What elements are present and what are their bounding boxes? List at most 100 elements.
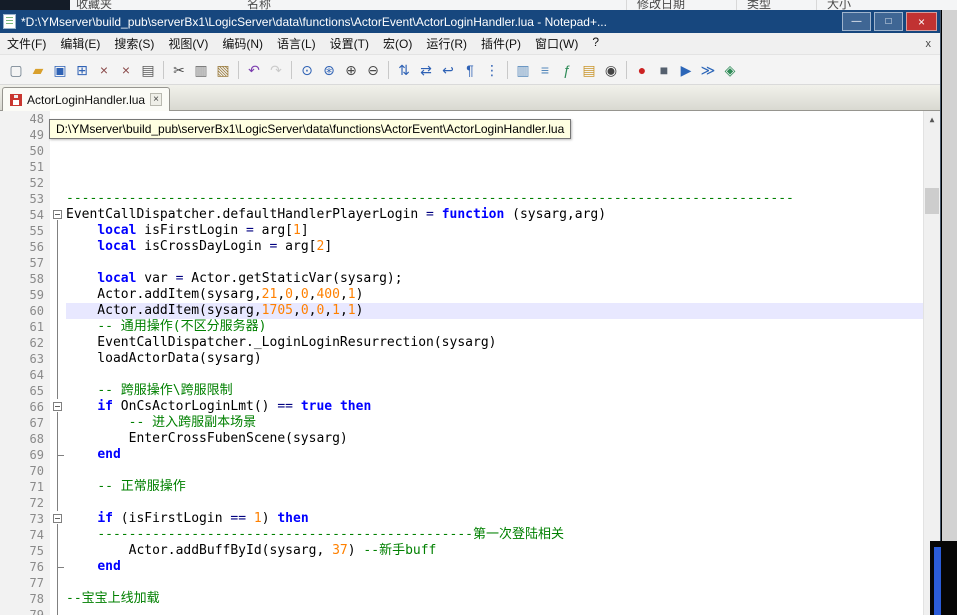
- bookmark-margin[interactable]: [0, 319, 20, 335]
- menu-item-5[interactable]: 编码(N): [215, 32, 270, 55]
- code-text[interactable]: [66, 607, 923, 615]
- code-text[interactable]: --宝宝上线加载: [66, 591, 923, 607]
- fold-collapse-icon[interactable]: [53, 402, 62, 411]
- close-file-icon[interactable]: ×: [94, 60, 114, 80]
- bookmark-margin[interactable]: [0, 479, 20, 495]
- code-line-72[interactable]: 72: [0, 495, 923, 511]
- copy-icon[interactable]: ▥: [191, 60, 211, 80]
- bookmark-margin[interactable]: [0, 447, 20, 463]
- bookmark-margin[interactable]: [0, 415, 20, 431]
- code-line-73[interactable]: 73 if (isFirstLogin == 1) then: [0, 511, 923, 527]
- bookmark-margin[interactable]: [0, 127, 20, 143]
- bookmark-margin[interactable]: [0, 223, 20, 239]
- zoom-in-icon[interactable]: ⊕: [341, 60, 361, 80]
- bookmark-margin[interactable]: [0, 239, 20, 255]
- fold-collapse-icon[interactable]: [53, 514, 62, 523]
- bookmark-margin[interactable]: [0, 511, 20, 527]
- scrollbar-thumb[interactable]: [925, 188, 939, 214]
- code-text[interactable]: [66, 575, 923, 591]
- code-line-55[interactable]: 55 local isFirstLogin = arg[1]: [0, 223, 923, 239]
- bookmark-margin[interactable]: [0, 255, 20, 271]
- bookmark-margin[interactable]: [0, 575, 20, 591]
- code-line-68[interactable]: 68 EnterCrossFubenScene(sysarg): [0, 431, 923, 447]
- code-text[interactable]: [66, 255, 923, 271]
- code-text[interactable]: Actor.addBuffById(sysarg, 37) --新手buff: [66, 543, 923, 559]
- code-line-54[interactable]: 54EventCallDispatcher.defaultHandlerPlay…: [0, 207, 923, 223]
- bookmark-margin[interactable]: [0, 287, 20, 303]
- bookmark-margin[interactable]: [0, 175, 20, 191]
- code-line-66[interactable]: 66 if OnCsActorLoginLmt() == true then: [0, 399, 923, 415]
- code-line-59[interactable]: 59 Actor.addItem(sysarg,21,0,0,400,1): [0, 287, 923, 303]
- code-line-75[interactable]: 75 Actor.addBuffById(sysarg, 37) --新手buf…: [0, 543, 923, 559]
- bookmark-margin[interactable]: [0, 207, 20, 223]
- open-folder-icon[interactable]: ▰: [28, 60, 48, 80]
- code-text[interactable]: local isCrossDayLogin = arg[2]: [66, 239, 923, 255]
- sync-vertical-icon[interactable]: ⇅: [394, 60, 414, 80]
- minimize-button[interactable]: —: [842, 12, 871, 31]
- code-editor[interactable]: 4849end50515253-------------------------…: [0, 111, 940, 615]
- code-line-58[interactable]: 58 local var = Actor.getStaticVar(sysarg…: [0, 271, 923, 287]
- bookmark-margin[interactable]: [0, 159, 20, 175]
- code-text[interactable]: -- 正常服操作: [66, 479, 923, 495]
- code-line-74[interactable]: 74 -------------------------------------…: [0, 527, 923, 543]
- bookmark-margin[interactable]: [0, 367, 20, 383]
- menu-item-11[interactable]: 窗口(W): [528, 32, 585, 55]
- code-text[interactable]: [66, 367, 923, 383]
- print-icon[interactable]: ▤: [138, 60, 158, 80]
- code-text[interactable]: local isFirstLogin = arg[1]: [66, 223, 923, 239]
- bookmark-margin[interactable]: [0, 463, 20, 479]
- new-file-icon[interactable]: ▢: [6, 60, 26, 80]
- menu-item-4[interactable]: 视图(V): [161, 32, 215, 55]
- menu-item-7[interactable]: 设置(T): [323, 32, 376, 55]
- undo-icon[interactable]: ↶: [244, 60, 264, 80]
- title-bar[interactable]: *D:\YMserver\build_pub\serverBx1\LogicSe…: [0, 10, 940, 33]
- code-line-77[interactable]: 77: [0, 575, 923, 591]
- code-line-53[interactable]: 53--------------------------------------…: [0, 191, 923, 207]
- code-text[interactable]: Actor.addItem(sysarg,21,0,0,400,1): [66, 287, 923, 303]
- bookmark-margin[interactable]: [0, 431, 20, 447]
- monitoring-icon[interactable]: ◉: [601, 60, 621, 80]
- word-wrap-icon[interactable]: ↩: [438, 60, 458, 80]
- code-line-57[interactable]: 57: [0, 255, 923, 271]
- code-line-63[interactable]: 63 loadActorData(sysarg): [0, 351, 923, 367]
- save-macro-icon[interactable]: ◈: [720, 60, 740, 80]
- bookmark-margin[interactable]: [0, 191, 20, 207]
- bookmark-margin[interactable]: [0, 591, 20, 607]
- menu-item-1[interactable]: 文件(F): [0, 32, 53, 55]
- code-text[interactable]: [66, 175, 923, 191]
- bookmark-margin[interactable]: [0, 559, 20, 575]
- save-icon[interactable]: ▣: [50, 60, 70, 80]
- menu-item-10[interactable]: 插件(P): [474, 32, 528, 55]
- code-line-52[interactable]: 52: [0, 175, 923, 191]
- code-text[interactable]: -- 通用操作(不区分服务器): [66, 319, 923, 335]
- code-text[interactable]: EventCallDispatcher._LoginLoginResurrect…: [66, 335, 923, 351]
- close-button[interactable]: ×: [906, 12, 937, 31]
- indent-guide-icon[interactable]: ⋮: [482, 60, 502, 80]
- vertical-scrollbar[interactable]: ▲: [923, 111, 940, 615]
- bookmark-margin[interactable]: [0, 271, 20, 287]
- code-text[interactable]: end: [66, 559, 923, 575]
- code-text[interactable]: Actor.addItem(sysarg,1705,0,0,1,1): [66, 303, 923, 319]
- code-line-51[interactable]: 51: [0, 159, 923, 175]
- code-line-60[interactable]: 60 Actor.addItem(sysarg,1705,0,0,1,1): [0, 303, 923, 319]
- code-line-50[interactable]: 50: [0, 143, 923, 159]
- close-all-icon[interactable]: ×: [116, 60, 136, 80]
- menu-item-6[interactable]: 语言(L): [270, 32, 323, 55]
- document-list-icon[interactable]: ≡: [535, 60, 555, 80]
- code-text[interactable]: if OnCsActorLoginLmt() == true then: [66, 399, 923, 415]
- bookmark-margin[interactable]: [0, 303, 20, 319]
- bookmark-margin[interactable]: [0, 607, 20, 615]
- code-line-56[interactable]: 56 local isCrossDayLogin = arg[2]: [0, 239, 923, 255]
- fold-margin[interactable]: [50, 399, 66, 415]
- show-all-chars-icon[interactable]: ¶: [460, 60, 480, 80]
- bookmark-margin[interactable]: [0, 335, 20, 351]
- code-line-62[interactable]: 62 EventCallDispatcher._LoginLoginResurr…: [0, 335, 923, 351]
- menu-item-8[interactable]: 宏(O): [376, 32, 419, 55]
- zoom-out-icon[interactable]: ⊖: [363, 60, 383, 80]
- code-line-76[interactable]: 76 end: [0, 559, 923, 575]
- scrollbar-up-icon[interactable]: ▲: [924, 111, 940, 128]
- bookmark-margin[interactable]: [0, 543, 20, 559]
- menu-close-doc-button[interactable]: x: [917, 38, 941, 50]
- tab-close-icon[interactable]: ×: [150, 93, 162, 106]
- record-macro-icon[interactable]: ●: [632, 60, 652, 80]
